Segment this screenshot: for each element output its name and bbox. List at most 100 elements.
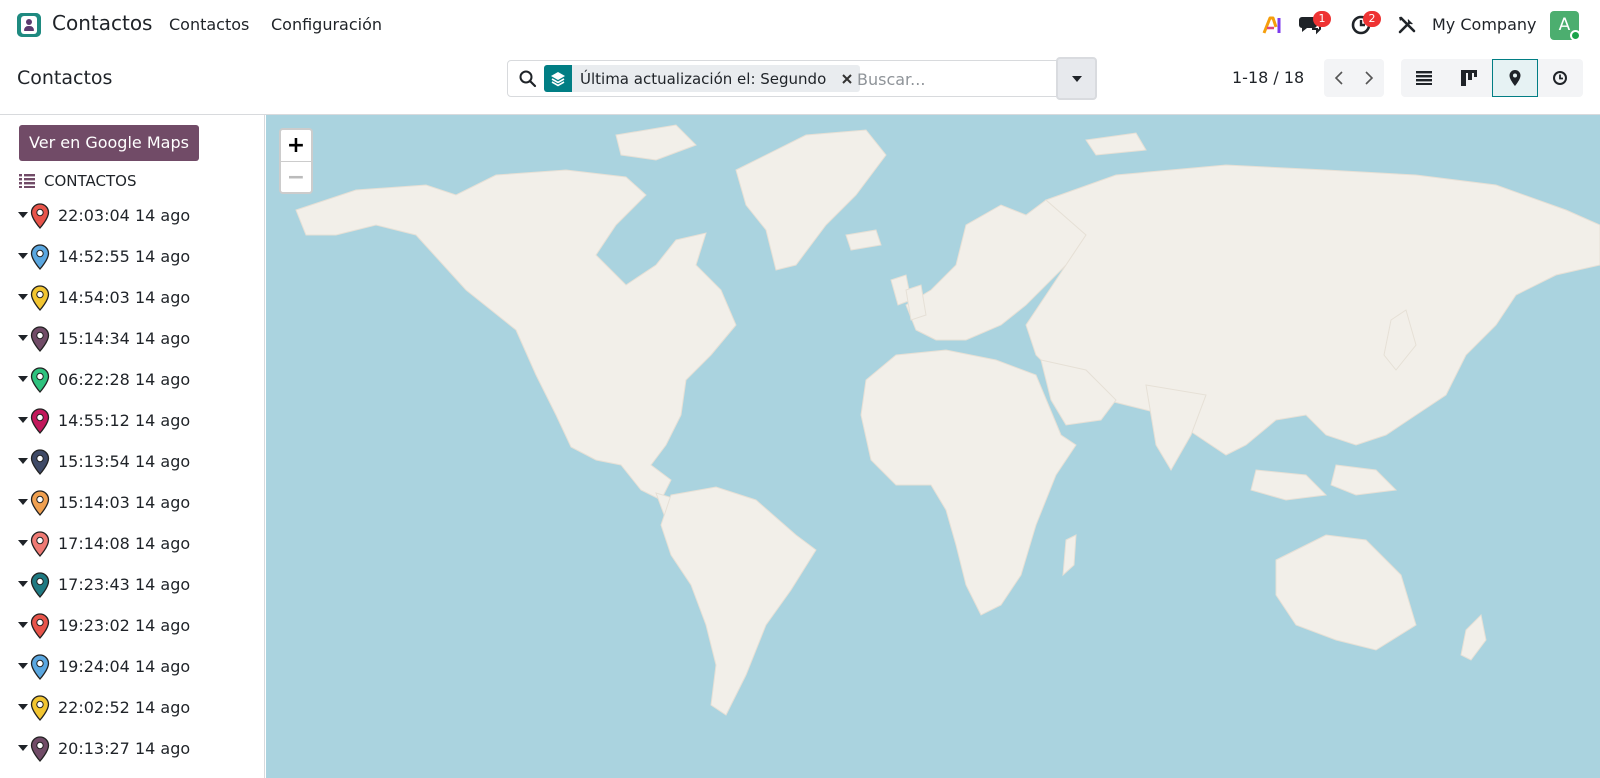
record-item[interactable]: 14:54:03 14 ago xyxy=(0,277,265,318)
record-label[interactable]: 22:02:52 14 ago xyxy=(58,698,190,717)
record-label[interactable]: 17:14:08 14 ago xyxy=(58,534,190,553)
debug-tools-icon[interactable] xyxy=(1397,15,1417,35)
record-label[interactable]: 15:14:03 14 ago xyxy=(58,493,190,512)
caret-down-icon[interactable] xyxy=(18,293,28,301)
company-switcher[interactable]: My Company xyxy=(1432,15,1536,34)
search-bar: Última actualización el: Segundo xyxy=(507,60,1058,97)
record-item[interactable]: 17:14:08 14 ago xyxy=(0,523,265,564)
record-label[interactable]: 15:13:54 14 ago xyxy=(58,452,190,471)
record-item[interactable]: 20:13:27 14 ago xyxy=(0,728,265,769)
pager-previous-button[interactable] xyxy=(1324,59,1354,97)
record-label[interactable]: 22:03:04 14 ago xyxy=(58,206,190,225)
menu-contactos[interactable]: Contactos xyxy=(169,15,249,34)
section-label: CONTACTOS xyxy=(44,172,137,190)
records-list: 22:03:04 14 ago 14:52:55 14 ago 14:54:03 1… xyxy=(0,195,265,769)
caret-down-icon[interactable] xyxy=(18,703,28,711)
chevron-right-icon xyxy=(1365,71,1374,85)
record-item[interactable]: 22:02:52 14 ago xyxy=(0,687,265,728)
map-marker-icon xyxy=(30,326,50,352)
map-pin-icon xyxy=(1509,70,1521,86)
record-item[interactable]: 19:24:04 14 ago xyxy=(0,646,265,687)
caret-down-icon[interactable] xyxy=(18,498,28,506)
google-maps-button[interactable]: Ver en Google Maps xyxy=(19,125,199,161)
map-marker-icon xyxy=(30,654,50,680)
caret-down-icon xyxy=(1071,75,1082,82)
caret-down-icon[interactable] xyxy=(18,211,28,219)
map-marker-icon xyxy=(30,203,50,229)
record-label[interactable]: 17:23:43 14 ago xyxy=(58,575,190,594)
map-marker-icon xyxy=(30,490,50,516)
record-label[interactable]: 20:13:27 14 ago xyxy=(58,739,190,758)
map-marker-icon xyxy=(30,613,50,639)
caret-down-icon[interactable] xyxy=(18,334,28,342)
map-marker-icon xyxy=(30,244,50,270)
map-marker-icon xyxy=(30,736,50,762)
menu-configuracion[interactable]: Configuración xyxy=(271,15,382,34)
activity-clock-icon xyxy=(1553,71,1568,85)
record-item[interactable]: 22:03:04 14 ago xyxy=(0,195,265,236)
record-label[interactable]: 14:54:03 14 ago xyxy=(58,288,190,307)
search-facet: Última actualización el: Segundo xyxy=(544,65,861,92)
map-marker-icon xyxy=(30,408,50,434)
map-marker-icon xyxy=(30,572,50,598)
map-marker-icon xyxy=(30,285,50,311)
pager-value[interactable]: 1-18 / 18 xyxy=(1232,68,1304,87)
app-name[interactable]: Contactos xyxy=(52,11,152,35)
zoom-out-button[interactable]: − xyxy=(281,161,311,192)
record-label[interactable]: 14:55:12 14 ago xyxy=(58,411,190,430)
map-marker-icon xyxy=(30,531,50,557)
caret-down-icon[interactable] xyxy=(18,744,28,752)
map-marker-icon xyxy=(30,449,50,475)
record-item[interactable]: 06:22:28 14 ago xyxy=(0,359,265,400)
record-label[interactable]: 14:52:55 14 ago xyxy=(58,247,190,266)
zoom-control: + − xyxy=(279,128,313,194)
world-map[interactable]: + − xyxy=(266,115,1600,778)
record-label[interactable]: 06:22:28 14 ago xyxy=(58,370,190,389)
record-item[interactable]: 19:23:02 14 ago xyxy=(0,605,265,646)
list-view-button[interactable] xyxy=(1401,59,1447,97)
list-icon xyxy=(19,174,35,188)
record-label[interactable]: 15:14:34 14 ago xyxy=(58,329,190,348)
record-item[interactable]: 15:14:03 14 ago xyxy=(0,482,265,523)
chevron-left-icon xyxy=(1334,71,1343,85)
chat-badge: 1 xyxy=(1313,11,1331,27)
map-marker-icon xyxy=(30,695,50,721)
ai-icon[interactable] xyxy=(1262,14,1284,36)
activity-view-button[interactable] xyxy=(1538,59,1584,97)
record-item[interactable]: 14:55:12 14 ago xyxy=(0,400,265,441)
caret-down-icon[interactable] xyxy=(18,375,28,383)
search-options-toggle[interactable] xyxy=(1056,57,1097,100)
caret-down-icon[interactable] xyxy=(18,621,28,629)
map-marker-icon xyxy=(30,367,50,393)
record-item[interactable]: 15:13:54 14 ago xyxy=(0,441,265,482)
zoom-in-button[interactable]: + xyxy=(281,130,311,161)
page-title: Contactos xyxy=(17,67,113,89)
top-navbar: Contactos Contactos Configuración 1 2 My… xyxy=(0,0,1600,50)
world-map-tiles xyxy=(295,124,1600,716)
kanban-view-button[interactable] xyxy=(1447,59,1493,97)
activity-badge: 2 xyxy=(1363,11,1381,27)
group-by-layers-icon xyxy=(544,65,572,92)
kanban-icon xyxy=(1461,70,1478,86)
caret-down-icon[interactable] xyxy=(18,457,28,465)
record-item[interactable]: 14:52:55 14 ago xyxy=(0,236,265,277)
caret-down-icon[interactable] xyxy=(18,416,28,424)
caret-down-icon[interactable] xyxy=(18,539,28,547)
record-item[interactable]: 17:23:43 14 ago xyxy=(0,564,265,605)
list-icon xyxy=(1415,71,1432,85)
record-label[interactable]: 19:23:02 14 ago xyxy=(58,616,190,635)
caret-down-icon[interactable] xyxy=(18,662,28,670)
search-icon[interactable] xyxy=(518,69,538,89)
facet-label: Última actualización el: Segundo xyxy=(580,69,827,88)
view-switcher xyxy=(1401,59,1583,97)
pager-buttons xyxy=(1324,59,1384,97)
contacts-app-icon[interactable] xyxy=(17,13,41,37)
caret-down-icon[interactable] xyxy=(18,580,28,588)
caret-down-icon[interactable] xyxy=(18,252,28,260)
search-input[interactable] xyxy=(857,66,1052,93)
pager-next-button[interactable] xyxy=(1354,59,1384,97)
map-view-button[interactable] xyxy=(1492,59,1538,97)
map-sidebar: Ver en Google Maps CONTACTOS 22:03:04 14… xyxy=(0,115,265,778)
record-label[interactable]: 19:24:04 14 ago xyxy=(58,657,190,676)
record-item[interactable]: 15:14:34 14 ago xyxy=(0,318,265,359)
